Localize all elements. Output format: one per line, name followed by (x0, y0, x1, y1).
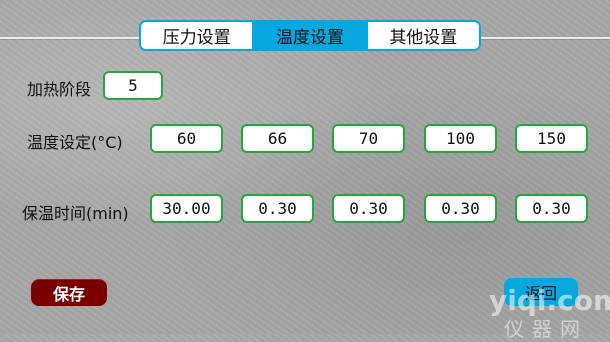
settings-tab-bar: 压力设置 温度设置 其他设置 (139, 20, 481, 51)
hold-time-input-4[interactable]: 0.30 (424, 194, 497, 223)
tab-temperature-settings[interactable]: 温度设置 (254, 22, 368, 49)
hold-time-label: 保温时间(min) (22, 204, 129, 223)
temperature-input-3[interactable]: 70 (332, 124, 405, 153)
back-button[interactable]: 返回 (504, 277, 578, 306)
temperature-input-5[interactable]: 150 (515, 124, 588, 153)
tab-other-settings[interactable]: 其他设置 (367, 22, 479, 49)
temperature-setting-label: 温度设定(°C) (27, 133, 123, 152)
hold-time-input-1[interactable]: 30.00 (150, 194, 223, 223)
temperature-input-2[interactable]: 66 (241, 124, 314, 153)
hold-time-input-5[interactable]: 0.30 (515, 194, 588, 223)
hold-time-input-2[interactable]: 0.30 (241, 194, 314, 223)
save-button[interactable]: 保存 (31, 279, 107, 306)
tab-pressure-settings[interactable]: 压力设置 (141, 22, 255, 49)
heating-stage-input[interactable]: 5 (103, 71, 163, 100)
temperature-input-4[interactable]: 100 (424, 124, 497, 153)
watermark-chinese: 仪器网 (504, 317, 588, 341)
hold-time-input-3[interactable]: 0.30 (332, 194, 405, 223)
temperature-input-1[interactable]: 60 (150, 124, 223, 153)
heating-stage-label: 加热阶段 (27, 80, 92, 99)
